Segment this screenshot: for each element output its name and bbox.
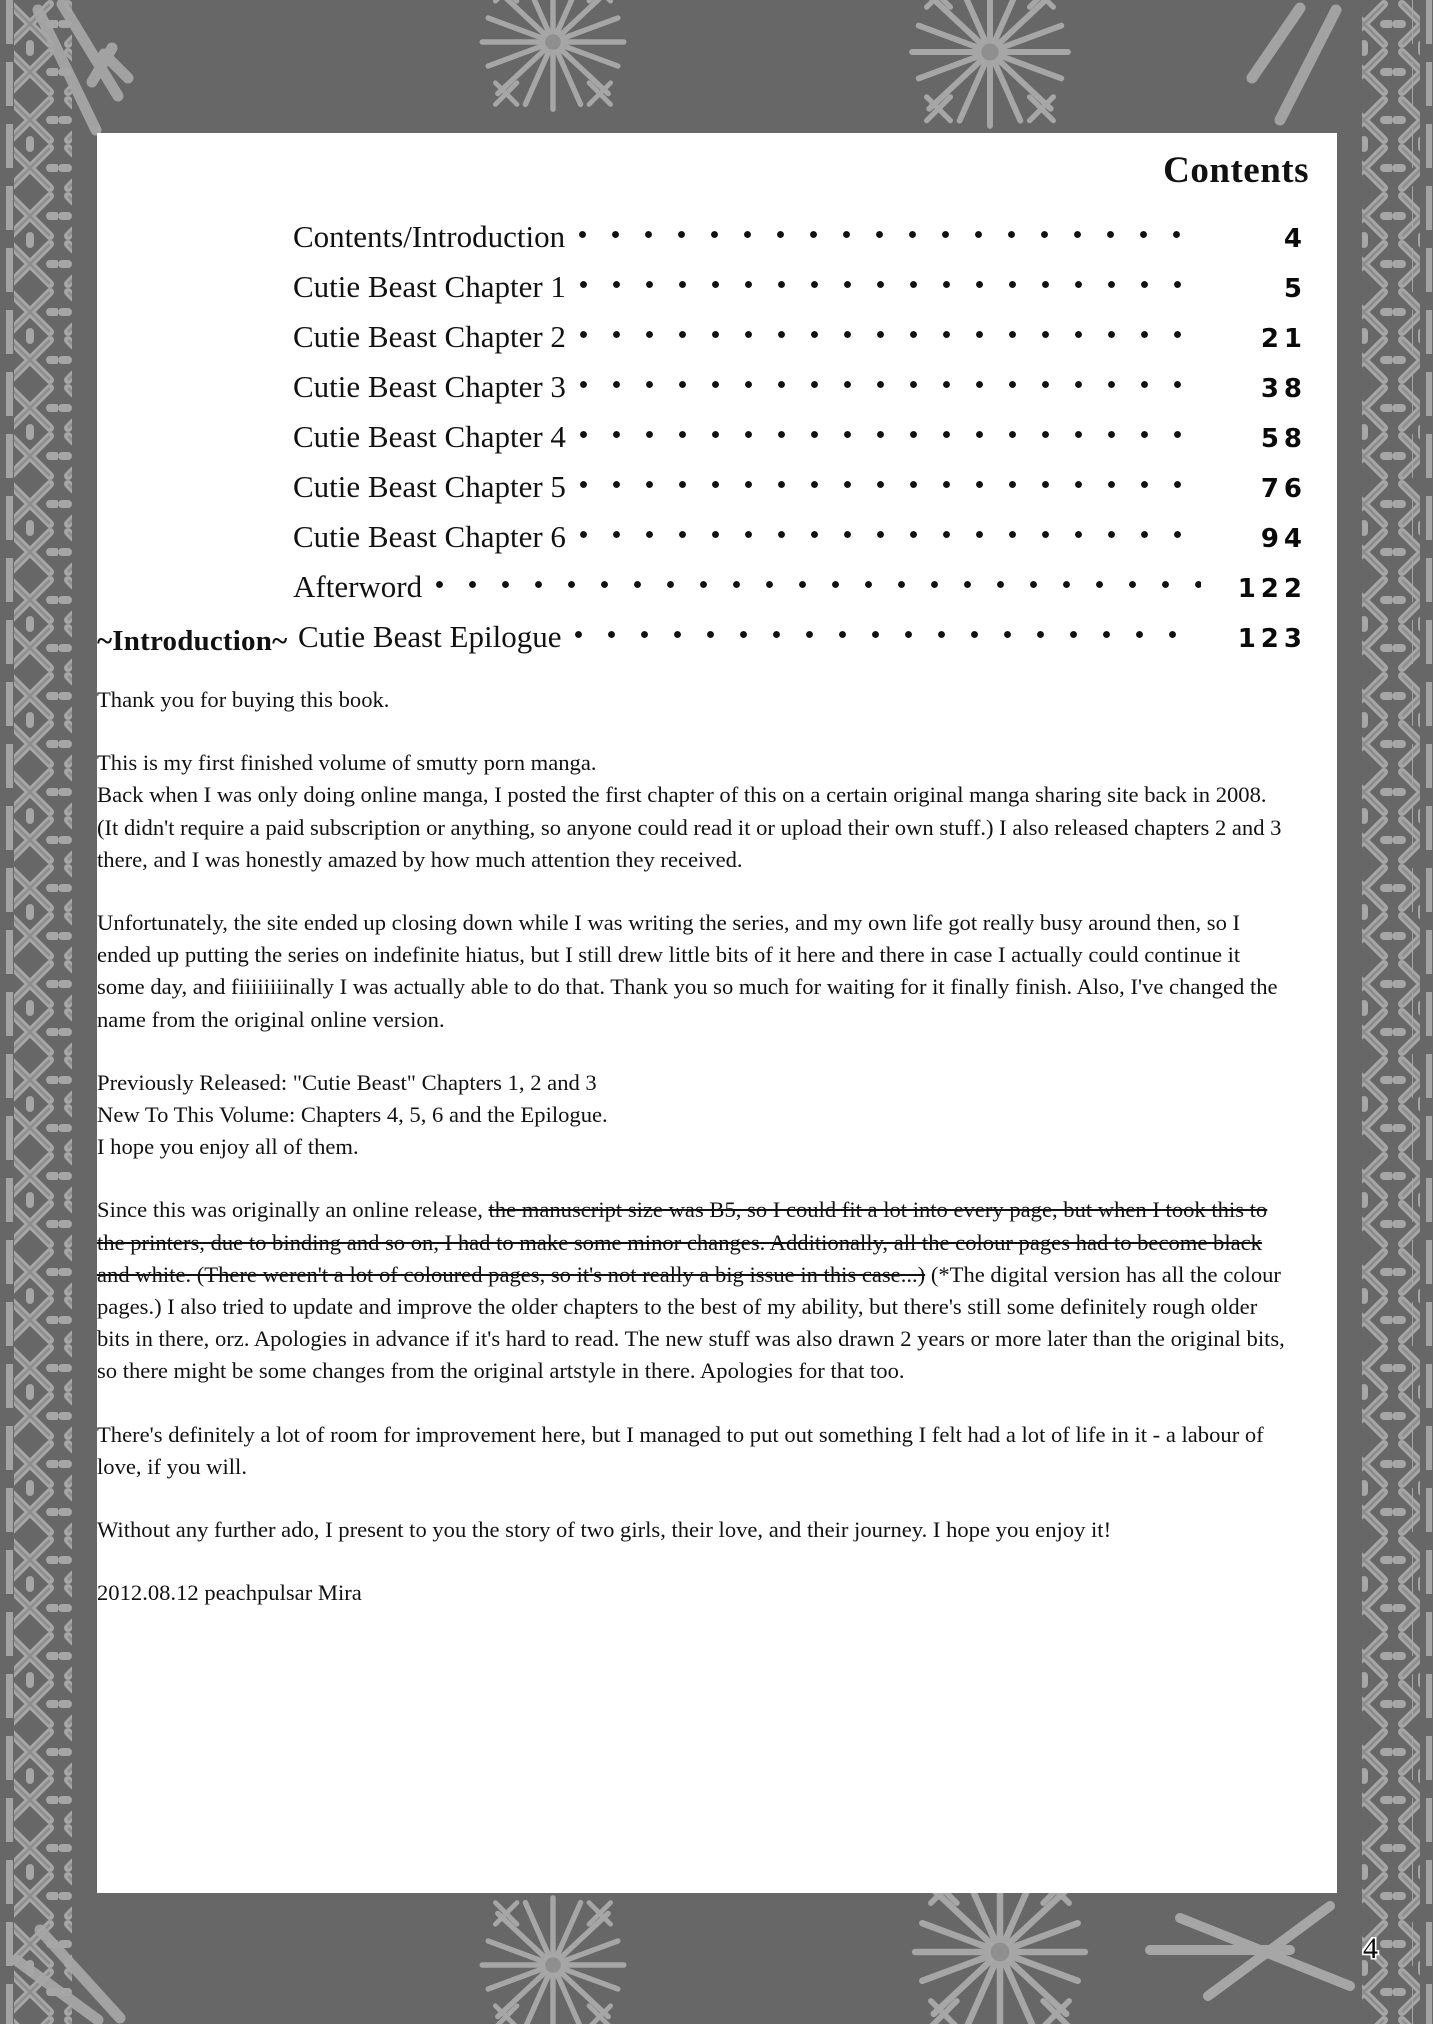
page-sheet: Contents Contents/Introduction 4 Cutie B… [97, 133, 1337, 1893]
toc-entry-page: 38 [1260, 374, 1307, 405]
toc-entry-page: 21 [1260, 324, 1307, 355]
toc-entry-afterword[interactable]: Afterword 122 [97, 566, 1309, 616]
contents-heading: Contents [1163, 150, 1309, 191]
toc-entry-chapter-1[interactable]: Cutie Beast Chapter 1 5 [97, 266, 1309, 316]
intro-line-first-volume: This is my first finished volume of smut… [97, 750, 597, 776]
toc-entry-page: 94 [1260, 524, 1307, 555]
toc-entry-title: Cutie Beast Chapter 3 [293, 369, 566, 405]
toc-entry-page: 122 [1237, 574, 1307, 605]
toc-entry-chapter-6[interactable]: Cutie Beast Chapter 6 94 [97, 516, 1309, 566]
toc-leader-dots [436, 566, 1201, 597]
toc-entry-page: 76 [1260, 474, 1307, 505]
intro-line-online-history: Back when I was only doing online manga,… [97, 782, 1282, 872]
introduction-heading: ~Introduction~ [97, 625, 288, 657]
toc-entry-title: Cutie Beast Chapter 5 [293, 469, 566, 505]
toc-list: Contents/Introduction 4 Cutie Beast Chap… [97, 216, 1337, 666]
toc-entry-chapter-2[interactable]: Cutie Beast Chapter 2 21 [97, 316, 1309, 366]
intro-line-new-to-volume: New To This Volume: Chapters 4, 5, 6 and… [97, 1102, 608, 1128]
toc-entry-title: Afterword [293, 569, 423, 605]
toc-leader-dots [579, 266, 1201, 297]
toc-entry-title: Cutie Beast Chapter 1 [293, 269, 566, 305]
toc-entry-chapter-5[interactable]: Cutie Beast Chapter 5 76 [97, 466, 1309, 516]
toc-leader-dots [579, 466, 1201, 497]
intro-paragraph-history: This is my first finished volume of smut… [97, 747, 1293, 876]
toc-entry-title: Contents/Introduction [293, 219, 566, 255]
intro-paragraph-release-list: Previously Released: "Cutie Beast" Chapt… [97, 1067, 1293, 1164]
toc-entry-contents-introduction[interactable]: Contents/Introduction 4 [97, 216, 1309, 266]
toc-leader-dots [579, 366, 1201, 397]
toc-leader-dots [579, 516, 1201, 547]
intro-paragraph-thanks: Thank you for buying this book. [97, 687, 390, 712]
toc-entry-title: Cutie Beast Chapter 2 [293, 319, 566, 355]
toc-entry-title: Cutie Beast Chapter 4 [293, 419, 566, 455]
toc-entry-chapter-4[interactable]: Cutie Beast Chapter 4 58 [97, 416, 1309, 466]
toc-leader-dots [579, 316, 1201, 347]
intro-paragraph-closing: Without any further ado, I present to yo… [97, 1517, 1112, 1543]
intro-paragraph-printing-notes: Since this was originally an online rele… [97, 1194, 1293, 1387]
intro-text-since-online-release: Since this was originally an online rele… [97, 1197, 489, 1223]
toc-entry-page: 5 [1283, 274, 1307, 305]
page-number-folio: 4 [1363, 1932, 1378, 1965]
toc-leader-dots [579, 216, 1201, 247]
intro-signature: 2012.08.12 peachpulsar Mira [97, 1580, 362, 1606]
intro-line-previously-released: Previously Released: "Cutie Beast" Chapt… [97, 1069, 597, 1095]
intro-paragraph-hiatus: Unfortunately, the site ended up closing… [97, 910, 1278, 1032]
toc-entry-title: Cutie Beast Chapter 6 [293, 519, 566, 555]
toc-entry-chapter-3[interactable]: Cutie Beast Chapter 3 38 [97, 366, 1309, 416]
table-of-contents: Contents Contents/Introduction 4 Cutie B… [97, 133, 1337, 666]
toc-entry-page: 4 [1283, 224, 1307, 255]
intro-paragraph-labour-of-love: There's definitely a lot of room for imp… [97, 1421, 1264, 1479]
toc-entry-page: 58 [1260, 424, 1307, 455]
toc-leader-dots [579, 416, 1201, 447]
intro-line-hope-enjoy: I hope you enjoy all of them. [97, 1134, 359, 1160]
introduction-section: ~Introduction~ Thank you for buying this… [97, 625, 1337, 1609]
